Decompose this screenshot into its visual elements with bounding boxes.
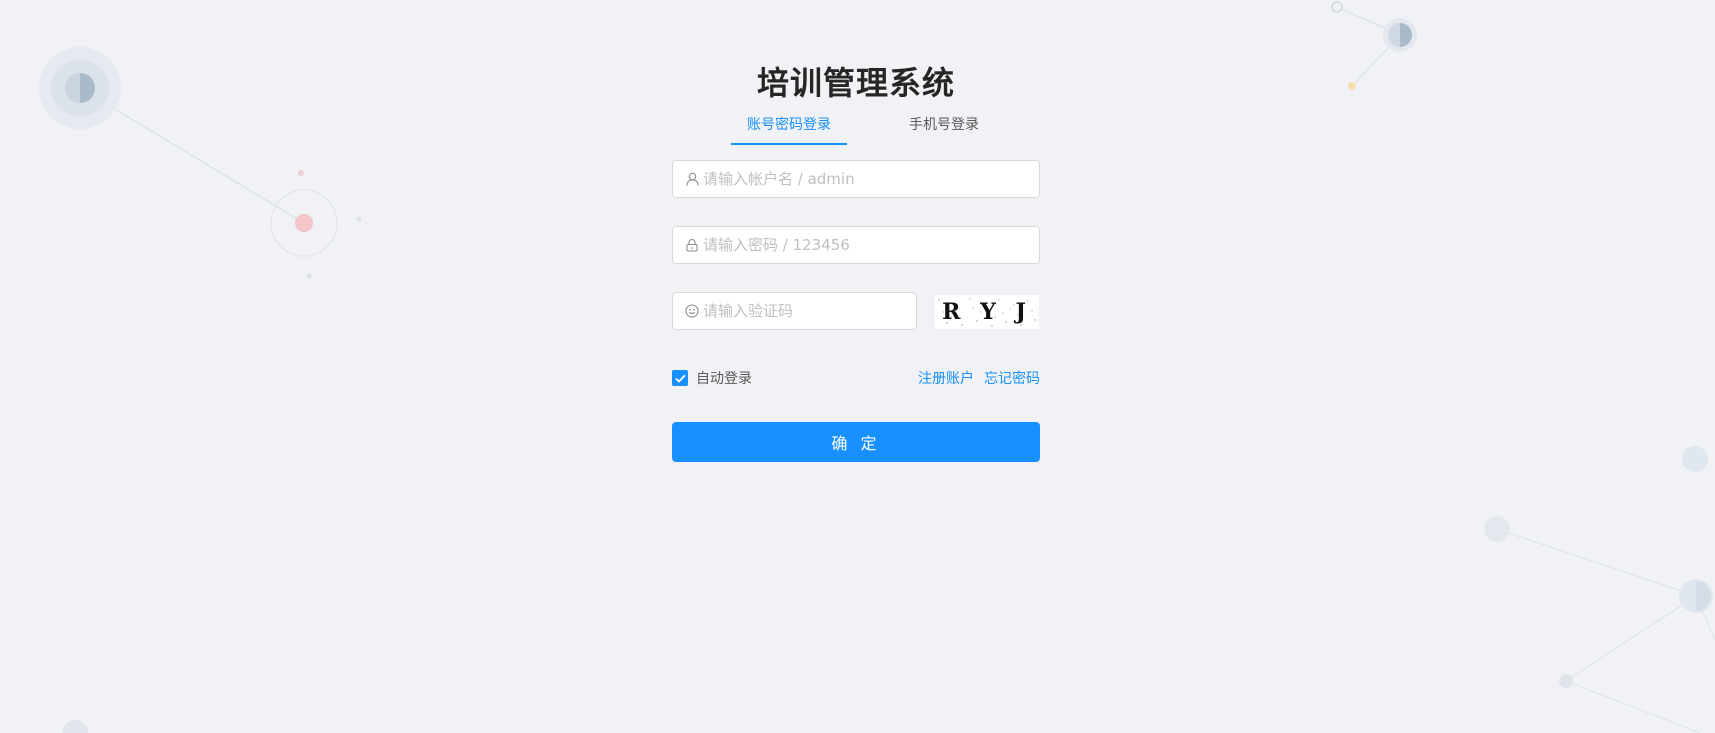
checkbox-checked-icon[interactable] bbox=[672, 370, 688, 386]
background-decoration bbox=[39, 1, 1715, 733]
auto-login-label: 自动登录 bbox=[696, 371, 752, 387]
captcha-image[interactable]: R Y J u bbox=[935, 295, 1039, 329]
login-tabs: 账号密码登录 手机号登录 bbox=[672, 112, 1040, 146]
password-field[interactable] bbox=[672, 226, 1040, 264]
username-input[interactable] bbox=[703, 161, 1039, 197]
auto-login-checkbox[interactable]: 自动登录 bbox=[672, 368, 752, 388]
password-input[interactable] bbox=[703, 227, 1039, 263]
captcha-code: R Y J u bbox=[942, 299, 1032, 325]
smile-icon bbox=[685, 304, 699, 318]
page-title: 培训管理系统 bbox=[756, 64, 955, 102]
account-links: 注册账户 忘记密码 bbox=[918, 368, 1040, 388]
lock-icon bbox=[685, 238, 699, 252]
submit-button[interactable]: 确 定 bbox=[672, 422, 1040, 462]
register-link[interactable]: 注册账户 bbox=[918, 368, 974, 388]
captcha-field[interactable] bbox=[672, 292, 917, 330]
tab-mobile[interactable]: 手机号登录 bbox=[884, 112, 1004, 145]
username-field[interactable] bbox=[672, 160, 1040, 198]
forgot-password-link[interactable]: 忘记密码 bbox=[984, 368, 1040, 388]
captcha-input[interactable] bbox=[703, 293, 916, 329]
active-tab-indicator bbox=[731, 143, 847, 145]
user-icon bbox=[685, 172, 699, 186]
tab-account-password[interactable]: 账号密码登录 bbox=[731, 112, 847, 145]
